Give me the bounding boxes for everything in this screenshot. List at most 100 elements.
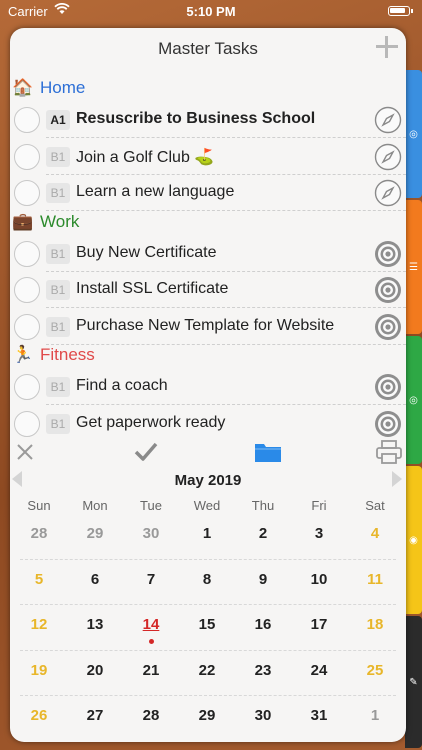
- side-tab-5[interactable]: ✎: [405, 616, 422, 748]
- task-row[interactable]: B1 Buy New Certificate: [10, 236, 406, 272]
- side-tab-2[interactable]: ☰: [405, 200, 422, 334]
- calendar-day[interactable]: 1: [179, 525, 235, 542]
- compass-icon[interactable]: [374, 179, 402, 207]
- calendar-row-divider: [20, 604, 396, 605]
- list-icon: ☰: [409, 262, 418, 273]
- calendar-day[interactable]: 9: [235, 571, 291, 588]
- calendar-day[interactable]: 17: [291, 616, 347, 633]
- side-tab-3[interactable]: ◎: [405, 336, 422, 464]
- calendar-day[interactable]: 28: [123, 707, 179, 724]
- calendar-day[interactable]: 6: [67, 571, 123, 588]
- calendar-day[interactable]: 5: [11, 571, 67, 588]
- compass-icon[interactable]: [374, 106, 402, 134]
- close-icon[interactable]: [16, 440, 34, 464]
- side-tab-4[interactable]: ◉: [405, 466, 422, 614]
- group-header-fitness[interactable]: 🏃 Fitness: [12, 343, 95, 367]
- task-row[interactable]: B1 Find a coach: [10, 369, 406, 405]
- calendar-day[interactable]: 20: [67, 662, 123, 679]
- task-label: Install SSL Certificate: [76, 280, 229, 297]
- status-bar: Carrier 5:10 PM: [0, 0, 422, 22]
- calendar-day[interactable]: 29: [67, 525, 123, 542]
- task-checkbox[interactable]: [14, 240, 40, 267]
- task-label: Get paperwork ready: [76, 413, 226, 431]
- task-checkbox[interactable]: [14, 180, 40, 206]
- priority-badge: B1: [46, 183, 70, 203]
- task-label: Purchase New Template for Website: [76, 316, 335, 334]
- page-title: Master Tasks: [158, 39, 258, 58]
- target-icon[interactable]: [374, 276, 402, 304]
- house-icon: 🏠: [12, 78, 34, 97]
- briefcase-icon: 💼: [12, 211, 34, 231]
- row-divider: [46, 210, 406, 211]
- calendar-day[interactable]: 26: [11, 707, 67, 724]
- calendar-day[interactable]: 16: [235, 616, 291, 633]
- calendar-day[interactable]: 29: [179, 707, 235, 724]
- runner-icon: 🏃: [12, 345, 34, 364]
- calendar-row-divider: [20, 695, 396, 696]
- calendar-day[interactable]: 2: [235, 525, 291, 542]
- calendar-day[interactable]: 21: [123, 662, 179, 679]
- task-label: Find a coach: [76, 377, 168, 394]
- calendar-day[interactable]: 30: [235, 707, 291, 724]
- task-checkbox[interactable]: [14, 107, 40, 133]
- calendar-day[interactable]: 28: [11, 525, 67, 542]
- calendar-day[interactable]: 27: [67, 707, 123, 724]
- task-row[interactable]: B1 Join a Golf Club ⛳: [10, 139, 406, 175]
- folder-icon[interactable]: [254, 440, 282, 464]
- priority-badge: A1: [46, 110, 70, 130]
- compass-icon[interactable]: [374, 143, 402, 171]
- compass-icon: ◎: [409, 129, 418, 140]
- calendar-day[interactable]: 23: [235, 662, 291, 679]
- target-icon[interactable]: [374, 240, 402, 268]
- group-header-work[interactable]: 💼 Work: [12, 210, 79, 234]
- side-tab-1[interactable]: ◎: [405, 70, 422, 198]
- event-dot: [149, 639, 154, 644]
- calendar-day[interactable]: 25: [347, 662, 403, 679]
- calendar-day[interactable]: 4: [347, 525, 403, 542]
- calendar-day[interactable]: 22: [179, 662, 235, 679]
- group-name: Fitness: [40, 345, 95, 364]
- battery-icon: [388, 6, 413, 16]
- calendar-day[interactable]: 18: [347, 616, 403, 633]
- print-icon[interactable]: [376, 440, 402, 464]
- calendar-day[interactable]: 8: [179, 571, 235, 588]
- calendar-day[interactable]: 24: [291, 662, 347, 679]
- side-tabs: ◎ ☰ ◎ ◉ ✎: [405, 70, 422, 750]
- group-name: Work: [40, 211, 80, 231]
- task-row[interactable]: B1 Learn a new language: [10, 175, 406, 211]
- priority-badge: B1: [46, 146, 70, 167]
- calendar-day[interactable]: 15: [179, 616, 235, 633]
- calendar-day[interactable]: 3: [291, 525, 347, 542]
- calendar-day[interactable]: 1: [347, 707, 403, 724]
- calendar-day[interactable]: 30: [123, 525, 179, 542]
- calendar-day[interactable]: 12: [11, 616, 67, 633]
- calendar-month-label: May 2019: [174, 472, 242, 489]
- calendar-day[interactable]: 31: [291, 707, 347, 724]
- clock-label: 5:10 PM: [186, 4, 236, 19]
- task-label: Learn a new language: [76, 183, 235, 200]
- calendar-day[interactable]: 11: [347, 571, 403, 588]
- target-icon[interactable]: [374, 313, 402, 341]
- calendar-day[interactable]: 19: [11, 662, 67, 679]
- calendar-day[interactable]: 13: [67, 616, 123, 633]
- task-checkbox[interactable]: [14, 313, 40, 340]
- target-icon[interactable]: [374, 373, 402, 401]
- task-checkbox[interactable]: [14, 374, 40, 400]
- checkmark-icon[interactable]: [134, 440, 158, 464]
- next-month-arrow[interactable]: [392, 471, 402, 487]
- calendar-day[interactable]: 14: [123, 616, 179, 633]
- calendar-day[interactable]: 7: [123, 571, 179, 588]
- task-row[interactable]: B1 Install SSL Certificate: [10, 272, 406, 308]
- task-checkbox[interactable]: [14, 143, 40, 170]
- priority-badge: B1: [46, 413, 70, 434]
- task-checkbox[interactable]: [14, 277, 40, 303]
- group-header-home[interactable]: 🏠 Home: [12, 76, 85, 100]
- calendar-day[interactable]: 10: [291, 571, 347, 588]
- weekday-label: Wed: [193, 498, 221, 513]
- weekday-label: Sat: [365, 498, 385, 513]
- task-row[interactable]: A1 Resuscribe to Business School: [10, 102, 406, 138]
- pen-icon: ✎: [409, 677, 418, 688]
- task-row[interactable]: B1 Purchase New Template for Website: [10, 309, 406, 345]
- group-name: Home: [40, 78, 86, 97]
- add-task-button[interactable]: [374, 34, 400, 60]
